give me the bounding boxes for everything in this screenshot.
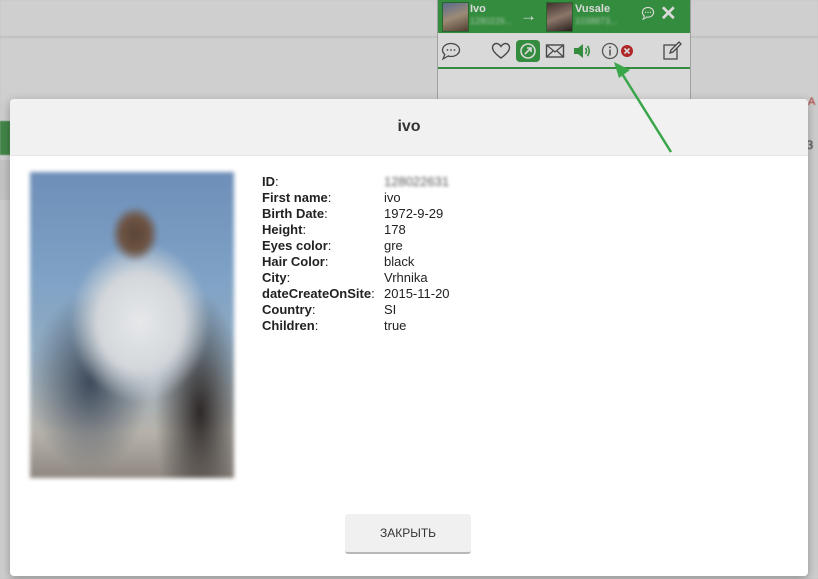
field-value: Vrhnika bbox=[384, 270, 428, 285]
field-label: City: bbox=[262, 270, 291, 285]
field-label: Birth Date: bbox=[262, 206, 328, 221]
close-button[interactable]: ЗАКРЫТЬ bbox=[345, 514, 471, 554]
modal-header: ivo bbox=[10, 99, 808, 156]
field-value: true bbox=[384, 318, 407, 333]
field-value: 1972-9-29 bbox=[384, 206, 444, 221]
field-value: black bbox=[384, 254, 415, 269]
field-label: Children: bbox=[262, 318, 319, 333]
field-value: 178 bbox=[384, 222, 406, 237]
field-label: Eyes color: bbox=[262, 238, 332, 253]
field-label: dateCreateOnSite: bbox=[262, 286, 375, 301]
field-value: gre bbox=[384, 238, 403, 253]
field-label: ID: bbox=[262, 174, 279, 189]
field-value: 128022631 bbox=[384, 174, 450, 189]
field-label: First name: bbox=[262, 190, 332, 205]
field-value: SI bbox=[384, 302, 397, 317]
profile-photo bbox=[30, 172, 234, 478]
field-value: ivo bbox=[384, 190, 401, 205]
field-label: Hair Color: bbox=[262, 254, 329, 269]
profile-modal: ivo ID: 128022631 First name: ivo Birth … bbox=[10, 99, 808, 576]
field-value: 2015-11-20 bbox=[384, 286, 450, 301]
field-label: Height: bbox=[262, 222, 307, 237]
field-label: Country: bbox=[262, 302, 316, 317]
modal-title: ivo bbox=[397, 118, 421, 135]
